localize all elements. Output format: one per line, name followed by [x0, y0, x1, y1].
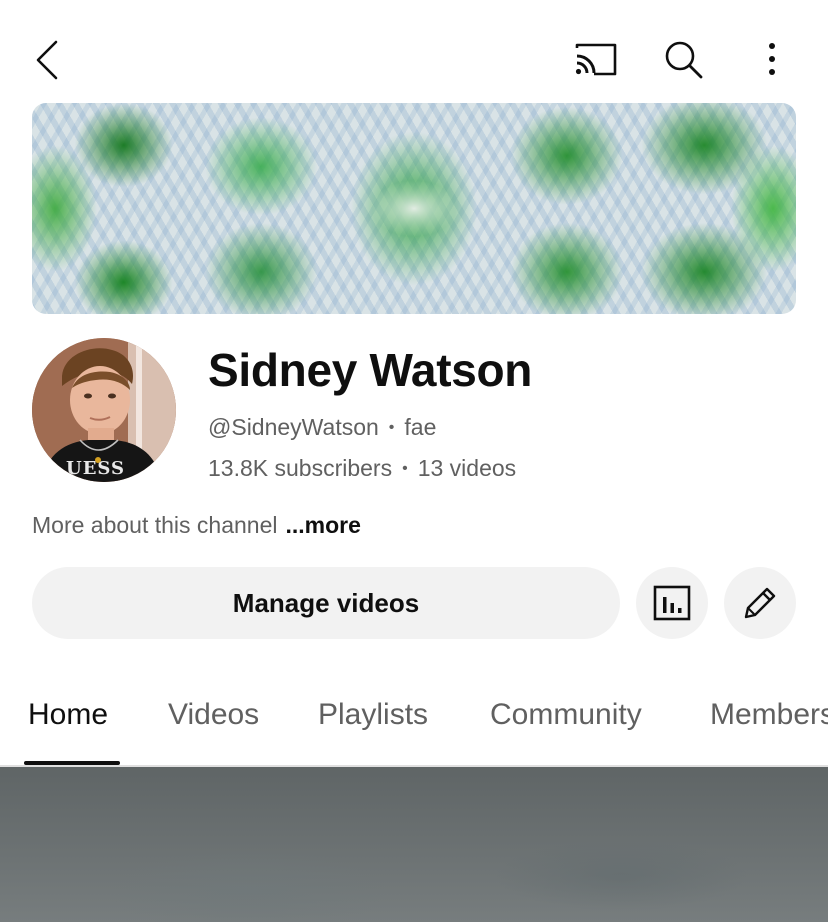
featured-video-thumbnail[interactable]: [0, 767, 828, 922]
channel-about[interactable]: More about this channel ...more: [32, 512, 361, 539]
cast-icon[interactable]: [574, 42, 618, 78]
separator-dot: •: [402, 460, 408, 477]
edit-pencil-icon: [744, 587, 776, 619]
search-icon[interactable]: [664, 40, 704, 80]
back-icon[interactable]: [30, 38, 64, 82]
subscriber-count: 13.8K subscribers: [208, 455, 393, 481]
tab-community[interactable]: Community: [490, 698, 642, 732]
tab-playlists[interactable]: Playlists: [318, 698, 428, 732]
channel-name: Sidney Watson: [208, 344, 533, 396]
tab-members[interactable]: Members: [710, 698, 828, 732]
manage-videos-button[interactable]: Manage videos: [32, 567, 620, 639]
analytics-icon: [653, 585, 691, 621]
about-more-link[interactable]: ...more: [286, 512, 361, 538]
avatar-shirt-text: UESS: [66, 458, 126, 479]
tab-home[interactable]: Home: [28, 698, 108, 732]
tab-videos[interactable]: Videos: [168, 698, 259, 732]
edit-channel-button[interactable]: [724, 567, 796, 639]
channel-handle-row: @SidneyWatson • fae: [208, 414, 436, 441]
channel-banner[interactable]: [32, 103, 796, 314]
analytics-button[interactable]: [636, 567, 708, 639]
channel-avatar[interactable]: UESS: [32, 338, 176, 482]
about-text: More about this channel: [32, 512, 278, 538]
separator-dot: •: [388, 419, 395, 436]
channel-handle: @SidneyWatson: [208, 414, 379, 440]
manage-videos-label: Manage videos: [232, 587, 420, 618]
more-vertical-icon[interactable]: [764, 42, 780, 78]
channel-pronouns: fae: [404, 414, 437, 440]
channel-stats-row: 13.8K subscribers • 13 videos: [208, 455, 516, 482]
video-count: 13 videos: [417, 455, 517, 481]
